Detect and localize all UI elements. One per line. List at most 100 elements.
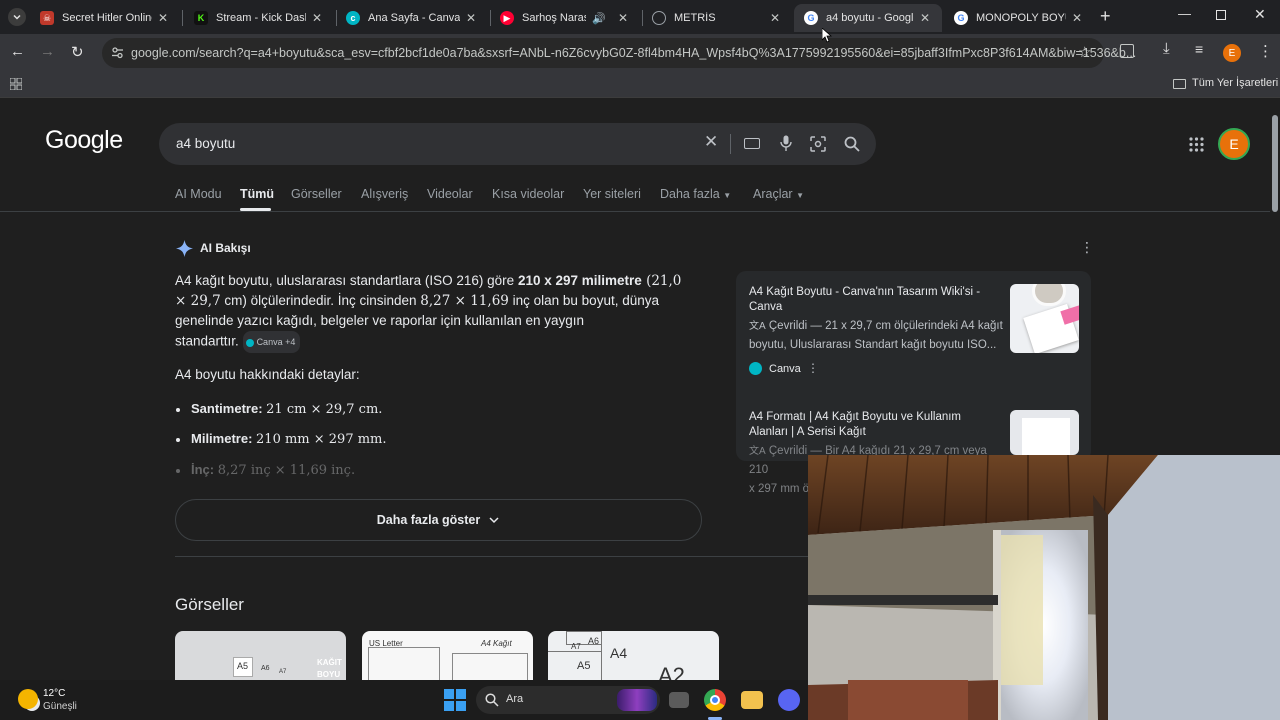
site-info-icon[interactable] — [111, 46, 124, 59]
close-icon[interactable]: ✕ — [310, 11, 324, 25]
source-chip[interactable]: Canva +4 — [242, 331, 301, 353]
bullet-value: 210 mm × 297 mm. — [256, 432, 387, 447]
canva-icon — [245, 338, 254, 347]
scrollbar-thumb[interactable] — [1272, 115, 1278, 212]
extensions-icon[interactable] — [1120, 44, 1134, 58]
source-card-thumbnail[interactable] — [1010, 284, 1079, 353]
google-icon: G — [804, 11, 818, 25]
tab-metris[interactable]: METRİS ✕ — [642, 4, 792, 32]
weather-sun-icon[interactable] — [18, 689, 38, 709]
download-icon[interactable]: ⤓ — [1163, 40, 1170, 57]
address-bar[interactable]: google.com/search?q=a4+boyutu&sca_esv=cf… — [102, 38, 1136, 68]
tab-title: Secret Hitler Online — [62, 12, 152, 24]
profile-avatar[interactable]: E — [1223, 44, 1241, 62]
google-apps-icon[interactable] — [1189, 137, 1204, 152]
tab-shopping[interactable]: Alışveriş — [361, 187, 408, 201]
tab-secret-hitler[interactable]: ☠ Secret Hitler Online ✕ — [30, 4, 180, 32]
tab-images[interactable]: Görseller — [291, 187, 342, 201]
image-result[interactable]: A5 A6 A7 KAĞIT BOYU — [175, 631, 346, 680]
reload-button[interactable]: ↻ — [71, 43, 84, 61]
snippet-line: boyutu, Uluslararası Standart kağıt boyu… — [749, 339, 997, 351]
image-label: BOYU — [317, 670, 341, 679]
tab-short-videos[interactable]: Kısa videolar — [492, 187, 564, 201]
images-heading[interactable]: Görseller — [175, 595, 244, 615]
image-result[interactable]: A6 A7 A5 A4 A2 — [548, 631, 719, 680]
minimize-button[interactable]: — — [1178, 6, 1191, 21]
youtube-icon: ▶ — [500, 11, 514, 25]
media-control-icon[interactable]: ≡ — [1195, 41, 1203, 57]
search-input[interactable]: a4 boyutu — [176, 136, 235, 151]
ai-overview-heading: AI Bakışı — [200, 241, 251, 255]
tab-videos[interactable]: Videolar — [427, 187, 473, 201]
tab-more[interactable]: Daha fazla ▼ — [660, 187, 731, 201]
chrome-icon[interactable] — [704, 689, 726, 711]
tab-web-sites[interactable]: Yer siteleri — [583, 187, 641, 201]
chevron-down-icon — [13, 14, 21, 20]
task-view-icon[interactable] — [669, 692, 689, 708]
tab-canva[interactable]: c Ana Sayfa - Canva ✕ — [336, 4, 488, 32]
new-tab-button[interactable]: + — [1100, 6, 1111, 27]
text-span: cm) ölçülerindedir. İnç cinsinden — [220, 293, 421, 308]
source-menu-icon[interactable]: ⋮ — [807, 361, 819, 375]
google-icon: G — [954, 11, 968, 25]
search-box[interactable]: a4 boyutu ✕ — [159, 123, 876, 165]
tab-a4-boyutu[interactable]: G a4 boyutu - Google ✕ — [794, 4, 942, 32]
account-avatar[interactable]: E — [1218, 128, 1250, 160]
close-icon[interactable]: ✕ — [464, 11, 478, 25]
restore-button[interactable] — [1216, 10, 1226, 20]
source-card-thumbnail[interactable] — [1010, 410, 1079, 455]
tab-strip: ☠ Secret Hitler Online ✕ K Stream - Kick… — [0, 0, 1280, 34]
start-button[interactable] — [444, 689, 466, 711]
weather-temperature[interactable]: 12°C — [43, 688, 65, 699]
tools-button[interactable]: Araçlar ▼ — [753, 187, 804, 201]
speaker-icon[interactable]: 🔊 — [592, 12, 606, 25]
source-name[interactable]: Canva — [769, 363, 801, 375]
lens-icon[interactable] — [810, 136, 826, 152]
image-label: A7 — [571, 642, 581, 651]
canva-icon: c — [346, 11, 360, 25]
all-bookmarks-link[interactable]: Tüm Yer İşaretleri — [1192, 77, 1278, 89]
details-heading: A4 boyutu hakkındaki detaylar: — [175, 367, 360, 382]
tab-search-button[interactable] — [8, 8, 26, 26]
apps-grid-icon[interactable] — [10, 78, 22, 90]
file-explorer-icon[interactable] — [741, 691, 763, 709]
search-icon — [485, 693, 499, 707]
close-icon[interactable]: ✕ — [1070, 11, 1084, 25]
show-more-button[interactable]: Daha fazla göster — [175, 499, 702, 541]
back-button[interactable]: ← — [10, 43, 25, 60]
text-span: standarttır. — [175, 333, 239, 349]
close-window-button[interactable]: ✕ — [1254, 6, 1266, 23]
show-more-label: Daha fazla göster — [376, 513, 481, 527]
browser-menu-icon[interactable]: ⋮ — [1258, 42, 1273, 60]
source-chip-label: Canva +4 — [256, 337, 296, 347]
bullet-label: İnç: — [191, 462, 215, 477]
source-card-title[interactable]: A4 Formatı | A4 Kağıt Boyutu ve Kullanım… — [749, 410, 999, 440]
discord-icon[interactable] — [778, 689, 800, 711]
translate-icon: 文A — [749, 321, 766, 332]
tools-label: Araçlar — [753, 187, 793, 201]
tab-all[interactable]: Tümü — [240, 187, 274, 201]
close-icon[interactable]: ✕ — [156, 11, 170, 25]
forward-button[interactable]: → — [40, 43, 55, 60]
snippet-line: Çevrildi — 21 x 29,7 cm ölçülerindeki A4… — [768, 320, 1003, 332]
folder-icon — [1173, 79, 1186, 89]
close-icon[interactable]: ✕ — [918, 11, 932, 25]
image-result[interactable]: US Letter A4 Kağıt — [362, 631, 533, 680]
text-span: genelinde yazıcı kağıdı, belgeler ve rap… — [175, 313, 584, 328]
search-icon[interactable] — [844, 136, 860, 152]
close-icon[interactable]: ✕ — [616, 11, 630, 25]
google-logo[interactable]: Google — [45, 126, 123, 155]
keyboard-icon[interactable] — [744, 138, 760, 149]
bullet-label: Milimetre: — [191, 431, 253, 446]
microphone-icon[interactable] — [780, 135, 792, 152]
ai-overview-menu-icon[interactable]: ⋮ — [1080, 239, 1094, 256]
bookmark-star-icon[interactable]: ☆ — [1078, 43, 1091, 61]
tab-kick-dashboard[interactable]: K Stream - Kick Dashbo ✕ — [184, 4, 334, 32]
tab-monopoly[interactable]: G MONOPOLY BOYUTU ✕ — [944, 4, 1094, 32]
close-icon[interactable]: ✕ — [768, 11, 782, 25]
tab-youtube-music[interactable]: ▶ Sarhoş Narası | V 🔊 ✕ — [490, 4, 640, 32]
taskbar-search[interactable]: Ara — [476, 686, 660, 714]
tab-ai-mode[interactable]: AI Modu — [175, 187, 222, 201]
source-card-title[interactable]: A4 Kağıt Boyutu - Canva'nın Tasarım Wiki… — [749, 285, 999, 315]
clear-search-icon[interactable]: ✕ — [704, 132, 718, 152]
